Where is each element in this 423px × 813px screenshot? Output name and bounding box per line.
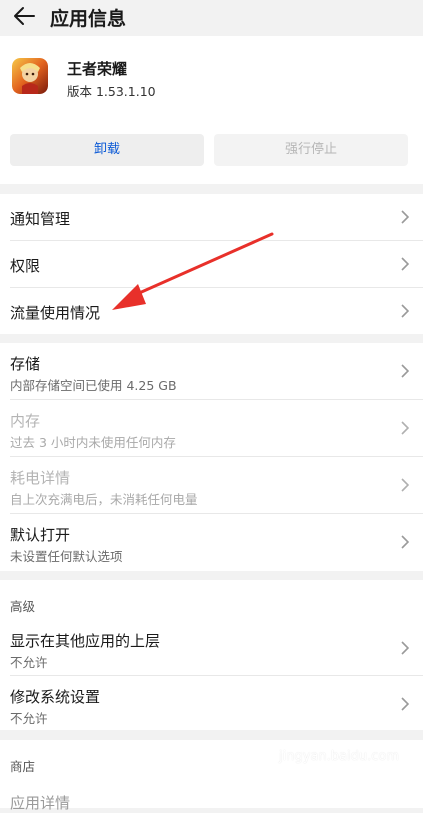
chevron-right-icon <box>401 535 409 549</box>
row-label: 存储 <box>10 355 41 373</box>
row-label: 内存 <box>10 412 41 430</box>
memory-row[interactable]: 内存 过去 3 小时内未使用任何内存 <box>0 400 423 457</box>
app-name: 王者荣耀 <box>67 60 128 78</box>
notification-management-row[interactable]: 通知管理 <box>0 194 423 241</box>
chevron-right-icon <box>401 210 409 224</box>
app-icon <box>12 58 48 94</box>
battery-usage-row[interactable]: 耗电详情 自上次充满电后，未消耗任何电量 <box>0 457 423 514</box>
open-by-default-row[interactable]: 默认打开 未设置任何默认选项 <box>0 514 423 571</box>
chevron-right-icon <box>401 478 409 492</box>
row-label: 通知管理 <box>10 210 71 228</box>
app-version: 版本 1.53.1.10 <box>67 84 156 99</box>
modify-system-settings-row[interactable]: 修改系统设置 不允许 <box>0 676 423 730</box>
force-stop-button[interactable]: 强行停止 <box>214 134 408 166</box>
section-header-advanced: 高级 <box>10 599 36 614</box>
chevron-right-icon <box>401 421 409 435</box>
chevron-right-icon <box>401 304 409 318</box>
chevron-right-icon <box>401 641 409 655</box>
row-subtitle: 不允许 <box>10 711 48 726</box>
app-header-card: 王者荣耀 版本 1.53.1.10 <box>0 36 423 114</box>
action-buttons: 卸载 强行停止 <box>0 114 423 184</box>
row-label: 权限 <box>10 257 41 275</box>
chevron-right-icon <box>401 364 409 378</box>
permissions-row[interactable]: 权限 <box>0 241 423 288</box>
row-subtitle: 自上次充满电后，未消耗任何电量 <box>10 492 198 507</box>
row-label: 应用详情 <box>10 794 71 812</box>
app-details-row[interactable]: 应用详情 <box>0 784 423 812</box>
row-label: 显示在其他应用的上层 <box>10 632 161 650</box>
data-usage-row[interactable]: 流量使用情况 <box>0 288 423 334</box>
row-subtitle: 内部存储空间已使用 4.25 GB <box>10 378 177 393</box>
uninstall-button[interactable]: 卸载 <box>10 134 204 166</box>
row-label: 耗电详情 <box>10 469 71 487</box>
storage-row[interactable]: 存储 内部存储空间已使用 4.25 GB <box>0 343 423 400</box>
row-label: 流量使用情况 <box>10 304 101 322</box>
chevron-right-icon <box>401 257 409 271</box>
row-label: 默认打开 <box>10 526 71 544</box>
settings-group-1: 通知管理 权限 流量使用情况 <box>0 194 423 334</box>
row-subtitle: 不允许 <box>10 655 48 670</box>
settings-group-2: 存储 内部存储空间已使用 4.25 GB 内存 过去 3 小时内未使用任何内存 … <box>0 343 423 571</box>
row-subtitle: 未设置任何默认选项 <box>10 549 123 564</box>
advanced-group: 高级 显示在其他应用的上层 不允许 修改系统设置 不允许 <box>0 580 423 730</box>
chevron-right-icon <box>401 697 409 711</box>
section-header-store: 商店 <box>10 759 36 774</box>
back-arrow-icon[interactable] <box>12 6 36 26</box>
page-title: 应用信息 <box>50 8 127 30</box>
watermark: jingyan.baidu.com <box>279 749 399 764</box>
row-label: 修改系统设置 <box>10 688 101 706</box>
title-bar: 应用信息 <box>0 0 423 36</box>
display-over-apps-row[interactable]: 显示在其他应用的上层 不允许 <box>0 620 423 675</box>
row-subtitle: 过去 3 小时内未使用任何内存 <box>10 435 176 450</box>
